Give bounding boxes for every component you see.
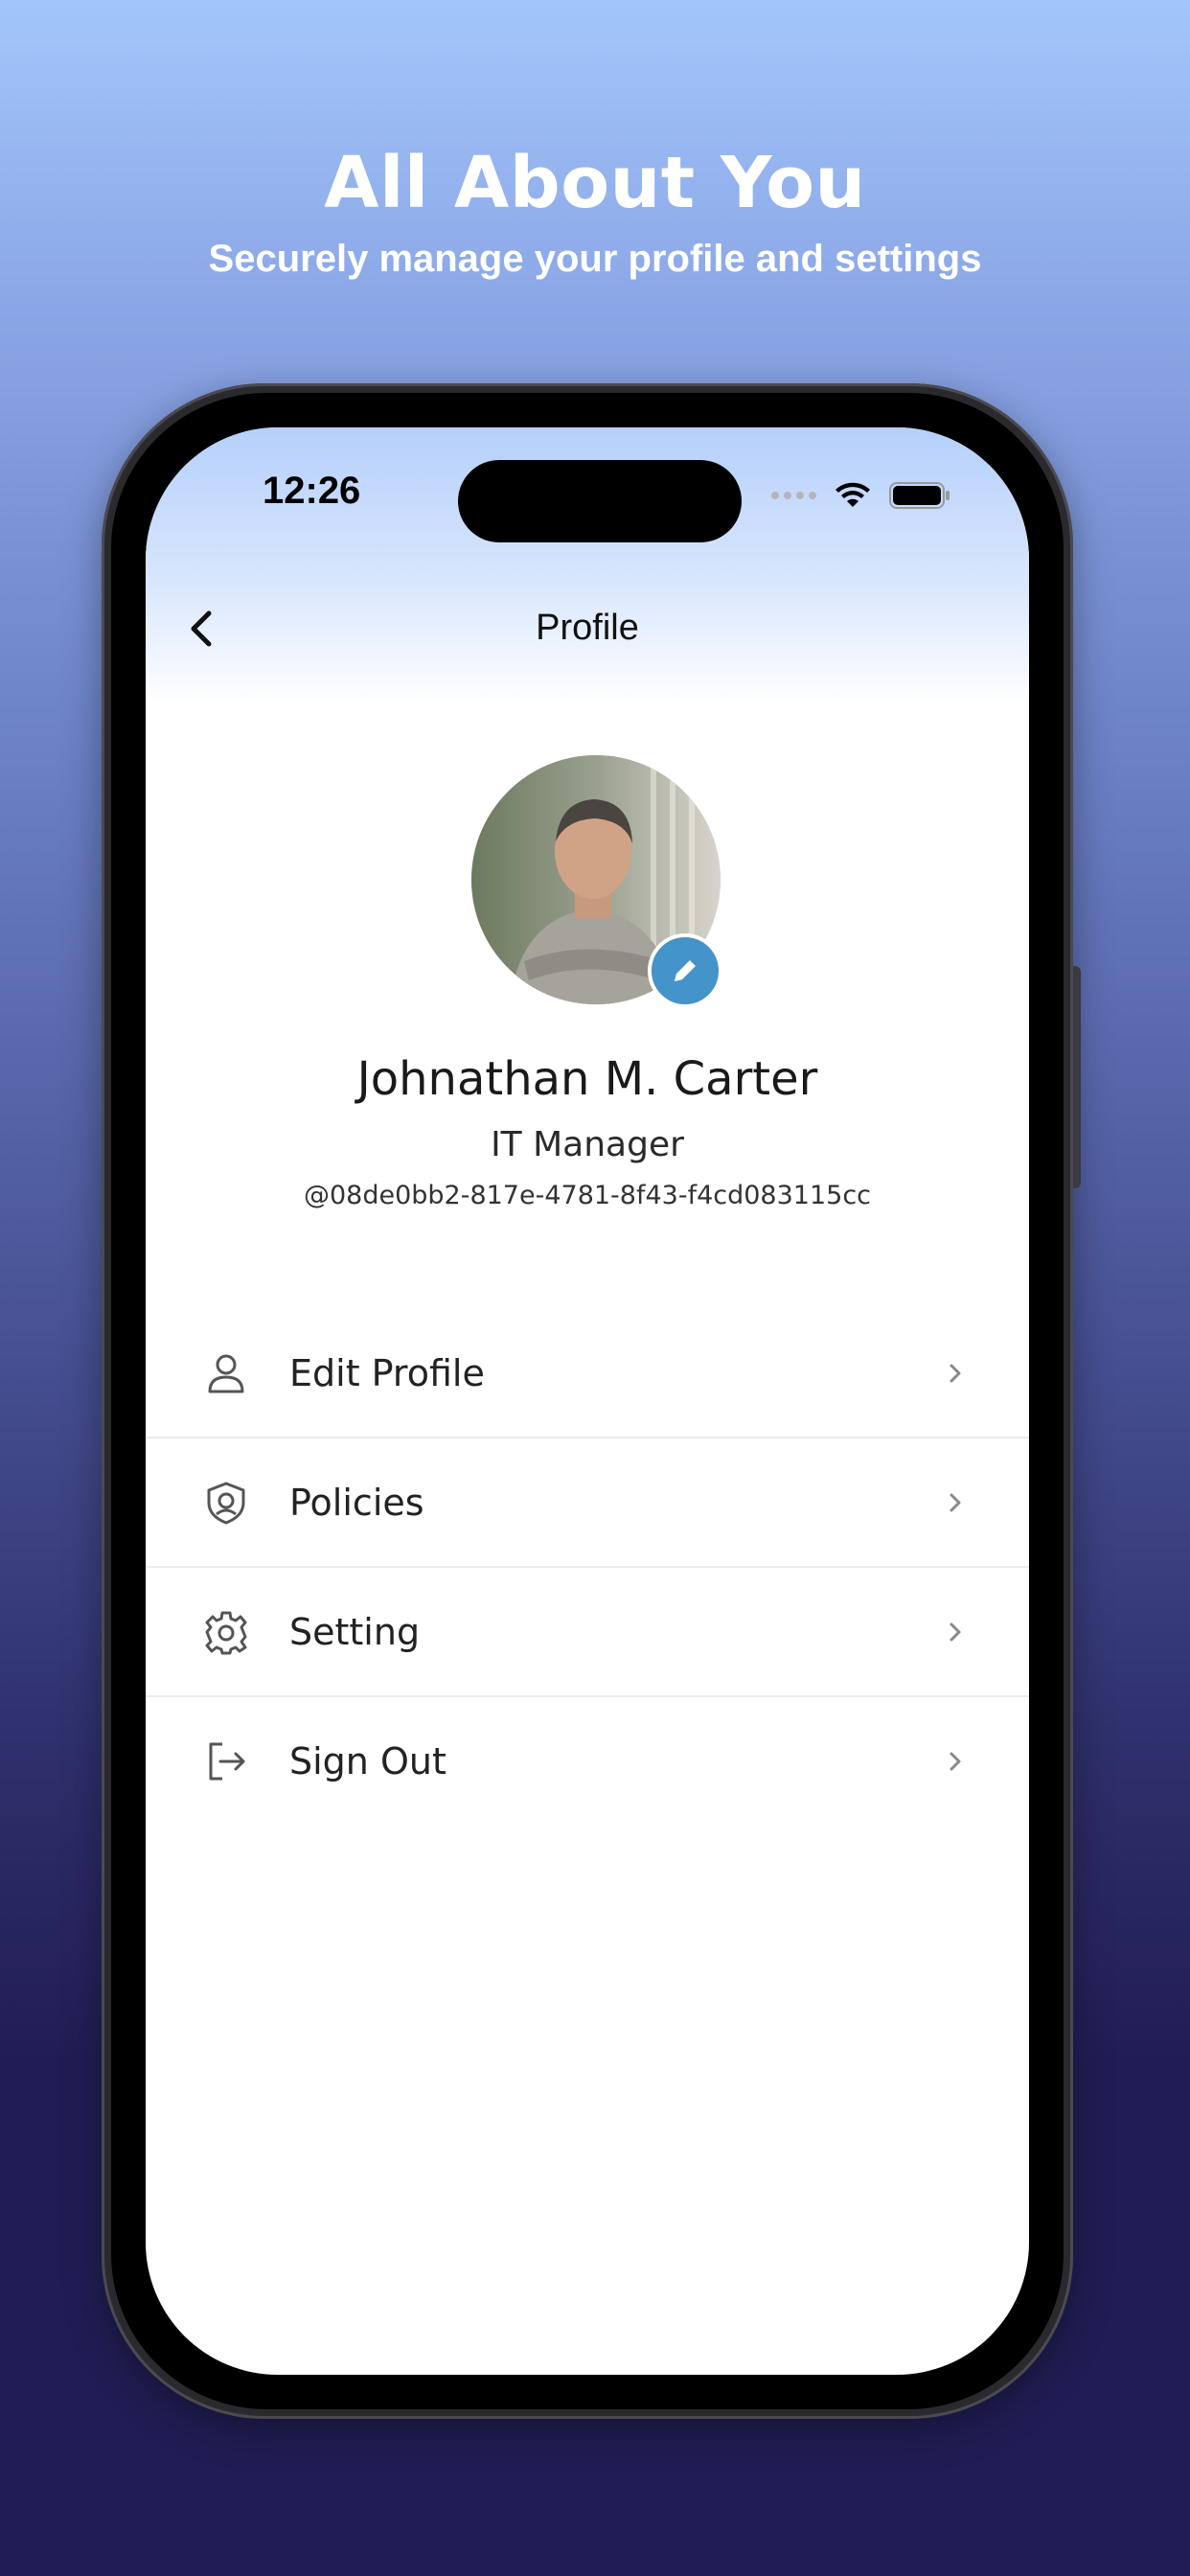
status-icons [771,481,950,510]
page-title: Profile [536,608,639,648]
menu-item-policies[interactable]: Policies [146,1438,1029,1568]
phone-bezel: 12:26 Profile Johnathan M. Carter IT Man… [111,393,1064,2409]
edit-avatar-button[interactable] [648,933,722,1008]
user-icon [201,1348,251,1398]
battery-icon [889,482,950,509]
menu-item-label: Policies [289,1481,424,1524]
menu-item-label: Edit Profile [289,1351,485,1394]
menu-item-sign-out[interactable]: Sign Out [146,1697,1029,1825]
phone-side-button [1073,966,1081,1188]
promo-title: All About You [324,142,866,224]
menu-item-setting[interactable]: Setting [146,1568,1029,1697]
phone-frame: 12:26 Profile Johnathan M. Carter IT Man… [102,383,1081,2419]
dynamic-island [458,460,742,542]
menu-item-edit-profile[interactable]: Edit Profile [146,1309,1029,1438]
chevron-right-icon [941,1359,970,1388]
menu-item-label: Sign Out [289,1739,446,1782]
chevron-right-icon [941,1488,970,1517]
status-time: 12:26 [263,470,361,512]
shield-icon [201,1478,251,1528]
promo-subtitle: Securely manage your profile and setting… [208,238,982,280]
gear-icon [201,1607,251,1657]
phone-screen: 12:26 Profile Johnathan M. Carter IT Man… [146,427,1029,2375]
user-handle: @08de0bb2-817e-4781-8f43-f4cd083115cc [303,1181,872,1210]
chevron-right-icon [941,1747,970,1776]
pencil-icon [675,960,696,981]
signal-icon [771,492,816,499]
wifi-icon [835,482,870,507]
user-role: IT Manager [491,1125,684,1164]
user-name: Johnathan M. Carter [356,1052,818,1106]
sign-out-icon [201,1736,251,1786]
chevron-right-icon [941,1618,970,1646]
menu-item-label: Setting [289,1610,421,1653]
profile-menu: Edit Profile Policies Setting Sign Out [146,1309,1029,1825]
